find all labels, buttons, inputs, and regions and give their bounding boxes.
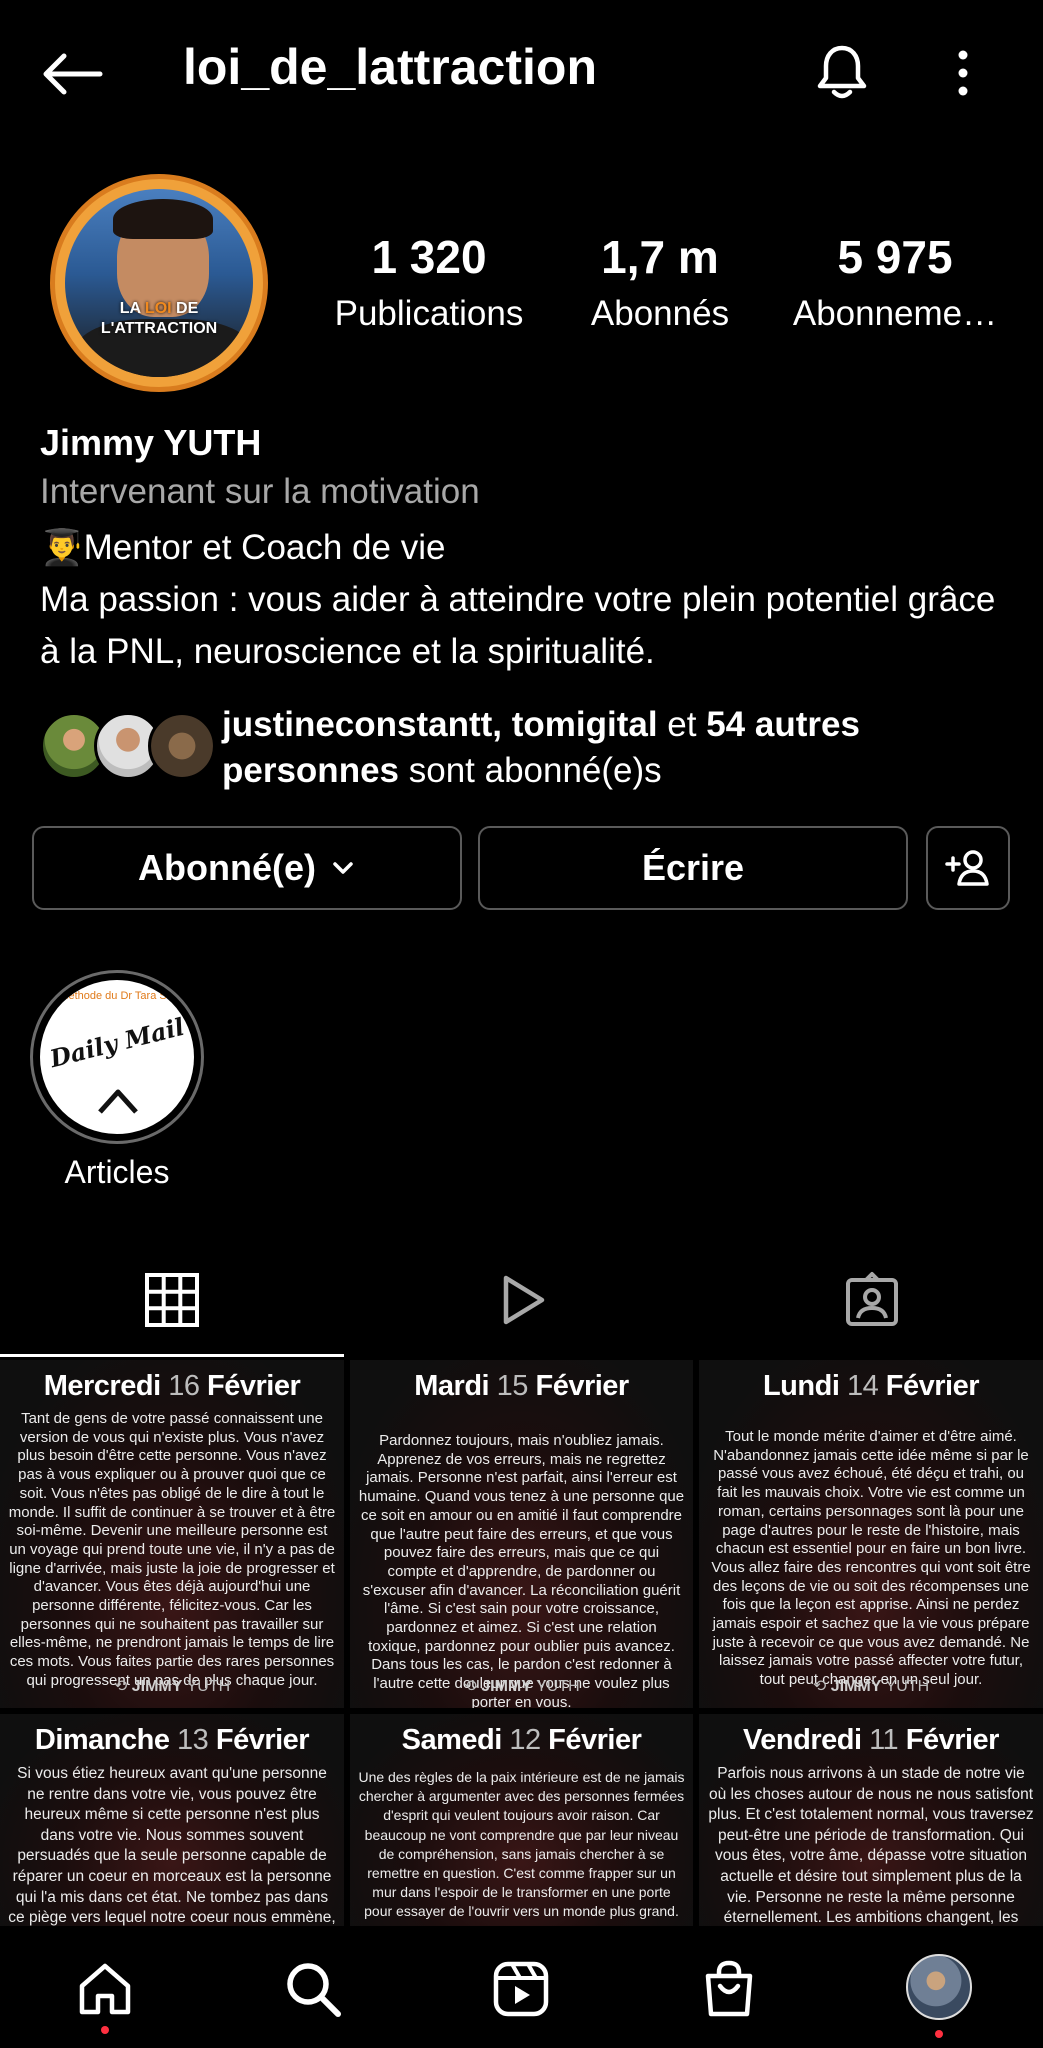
reels-nav-icon[interactable] bbox=[490, 1958, 552, 2020]
stat-label: Abonneme… bbox=[792, 294, 998, 333]
post-title: Samedi 12 Février bbox=[401, 1724, 642, 1756]
stat-value: 1 320 bbox=[371, 231, 487, 283]
bio-line: Mentor et Coach de vie bbox=[83, 528, 446, 567]
post-title: Lundi 14 Février bbox=[762, 1370, 980, 1402]
post-signature: ⟲ JIMMY YUTH bbox=[463, 1678, 580, 1695]
graduate-emoji-icon: 👨‍🎓 bbox=[40, 528, 84, 567]
avatar-hair bbox=[113, 199, 213, 239]
bell-icon[interactable] bbox=[812, 42, 872, 102]
post-signature: ⟲ JIMMY YUTH bbox=[113, 1678, 231, 1695]
post-text: Une des règles de la paix intérieure est… bbox=[358, 1769, 685, 1926]
up-arrow-icon bbox=[98, 1089, 138, 1114]
home-icon[interactable] bbox=[74, 1958, 136, 2020]
post-tile[interactable]: Vendredi 11 Février Parfois nous arrivon… bbox=[699, 1714, 1043, 1926]
more-vertical-icon[interactable] bbox=[948, 48, 978, 98]
avatar-logo-text: LA LOI DE L'ATTRACTION bbox=[100, 300, 218, 337]
stat-label: Publications bbox=[334, 294, 524, 333]
reels-icon[interactable] bbox=[492, 1270, 552, 1330]
stat-following[interactable]: 5 975 Abonneme… bbox=[780, 230, 1010, 336]
home-notification-dot bbox=[101, 2026, 109, 2034]
following-label: Abonné(e) bbox=[138, 847, 316, 888]
add-person-icon bbox=[945, 850, 989, 886]
post-title: Vendredi 11 Février bbox=[743, 1724, 999, 1756]
profile-category: Intervenant sur la motivation bbox=[40, 472, 480, 511]
post-text: Parfois nous arrivons à un stade de notr… bbox=[708, 1765, 1034, 1926]
follower-avatar bbox=[148, 712, 216, 780]
post-text: Tout le monde mérite d'aimer et d'être a… bbox=[711, 1428, 1031, 1689]
chevron-down-icon bbox=[333, 862, 353, 874]
post-title: Mercredi 16 Février bbox=[43, 1370, 301, 1402]
profile-username: loi_de_lattraction bbox=[183, 39, 597, 95]
post-title: Mardi 15 Février bbox=[414, 1370, 629, 1402]
followed-by-text[interactable]: justineconstantt, tomigital et 54 autres… bbox=[222, 702, 1022, 794]
profile-avatar[interactable] bbox=[906, 1954, 972, 2020]
add-person-button[interactable] bbox=[926, 826, 1010, 910]
following-button[interactable]: Abonné(e) bbox=[32, 826, 462, 910]
stat-value: 5 975 bbox=[837, 231, 953, 283]
post-tile[interactable]: Dimanche 13 Février Si vous étiez heureu… bbox=[0, 1714, 344, 1926]
post-text: Pardonnez toujours, mais n'oubliez jamai… bbox=[358, 1432, 685, 1708]
profile-avatar[interactable]: LA LOI DE L'ATTRACTION bbox=[50, 174, 268, 392]
stat-value: 1,7 m bbox=[601, 231, 719, 283]
message-button[interactable]: Écrire bbox=[478, 826, 908, 910]
profile-bio: 👨‍🎓Mentor et Coach de vie Ma passion : v… bbox=[40, 522, 1020, 678]
post-text: Tant de gens de votre passé connaissent … bbox=[8, 1410, 336, 1689]
grid-icon[interactable] bbox=[142, 1270, 202, 1330]
highlight-articles[interactable]: Méthode du Dr Tara Sw Daily Mail bbox=[30, 970, 204, 1144]
post-title: Dimanche 13 Février bbox=[34, 1724, 310, 1756]
shop-icon[interactable] bbox=[698, 1958, 760, 2020]
profile-name: Jimmy YUTH bbox=[40, 422, 262, 463]
post-tile[interactable]: Mercredi 16 Février Tant de gens de votr… bbox=[0, 1360, 344, 1708]
active-tab-indicator bbox=[0, 1354, 344, 1357]
stat-label: Abonnés bbox=[590, 294, 730, 333]
post-tile[interactable]: Lundi 14 Février Tout le monde mérite d'… bbox=[699, 1360, 1043, 1708]
post-signature: ⟲ JIMMY YUTH bbox=[812, 1678, 930, 1695]
highlight-top-text: Méthode du Dr Tara Sw bbox=[59, 990, 175, 1002]
daily-mail-logo: Daily Mail bbox=[46, 1011, 188, 1074]
profile-notification-dot bbox=[935, 2030, 943, 2038]
tagged-icon[interactable] bbox=[842, 1270, 902, 1330]
highlight-label: Articles bbox=[64, 1154, 170, 1190]
stat-followers[interactable]: 1,7 m Abonnés bbox=[560, 230, 760, 336]
stat-publications[interactable]: 1 320 Publications bbox=[318, 230, 540, 336]
post-text: Si vous étiez heureux avant qu'une perso… bbox=[8, 1765, 336, 1926]
search-icon[interactable] bbox=[282, 1958, 344, 2020]
mutual-followers-avatars[interactable] bbox=[40, 712, 216, 780]
bio-line: Ma passion : vous aider à atteindre votr… bbox=[40, 580, 996, 671]
post-tile[interactable]: Mardi 15 Février Pardonnez toujours, mai… bbox=[350, 1360, 693, 1708]
post-tile[interactable]: Samedi 12 Février Une des règles de la p… bbox=[350, 1714, 693, 1926]
message-label: Écrire bbox=[641, 847, 745, 888]
arrow-left-icon[interactable] bbox=[40, 50, 104, 98]
